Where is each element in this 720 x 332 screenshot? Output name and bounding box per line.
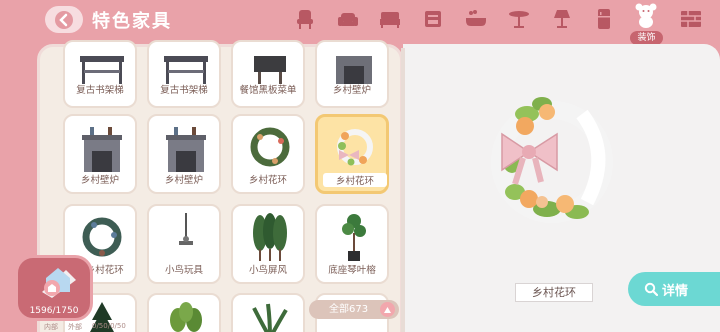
item-name: 小鸟玩具 [164,265,203,276]
grid-item[interactable]: 乡村壁炉 [315,40,389,108]
item-name: 乡村壁炉 [164,175,203,186]
item-name: 小鸟屏风 [248,265,287,276]
grid-item[interactable] [231,293,305,332]
decor-bear-icon [635,3,657,28]
grid-item[interactable]: 乡村壁炉 [147,114,221,194]
plant-icon [170,302,202,332]
wreath-icon [250,127,290,167]
table-icon[interactable] [504,4,534,34]
item-name: 乡村花环 [248,175,287,186]
grid-item[interactable]: 餐馆黑板菜单 [231,40,305,108]
expand-up-button[interactable] [380,302,395,317]
lamp-icon[interactable] [547,4,577,34]
grid-item-selected[interactable]: 乡村花环 [315,114,389,194]
item-name: 复古书架梯 [76,85,124,96]
page-title: 特色家具 [92,11,172,32]
grid-item[interactable] [147,293,221,332]
fridge-icon[interactable] [589,4,619,34]
item-name: 复古书架梯 [160,85,208,96]
grid-item[interactable]: 小鸟屏风 [231,204,305,284]
item-name: 餐馆黑板菜单 [239,85,297,96]
bird-screen-icon [253,213,287,261]
item-name: 乡村花环 [323,173,387,187]
detail-button[interactable]: 详情 [628,272,720,306]
bathtub-icon[interactable] [461,4,491,34]
storage-capacity[interactable]: 1596/1750 [15,255,93,321]
grid-item[interactable]: 复古书架梯 [147,40,221,108]
item-name: 乡村壁炉 [332,85,371,96]
footer-mid: 外部 [68,323,82,331]
item-name: 底座琴叶榕 [328,265,376,276]
grid-item[interactable]: 底座琴叶榕 [315,204,389,284]
wall-brick-icon[interactable] [676,4,706,34]
bed-icon[interactable] [375,4,405,34]
bird-toy-icon [179,213,193,245]
fireplace-icon [166,127,206,172]
back-button[interactable] [45,6,83,33]
grid-item[interactable]: 乡村花环 [231,114,305,194]
plant-icon [252,303,288,332]
storage-value: 1596/1750 [29,306,79,316]
wreath-preview-image [491,97,613,223]
fiddle-leaf-fig-icon [342,214,366,261]
decor-tab-label: 装饰 [630,31,663,45]
panel-divider [401,48,405,332]
fireplace-icon [82,127,122,172]
footer-left: 内部 [44,323,58,331]
search-icon [644,282,658,296]
preview-item-name: 乡村花环 [515,283,593,302]
detail-label: 详情 [662,283,689,299]
storage-house-icon [42,268,76,298]
cabinet-icon[interactable] [418,4,448,34]
chair-icon[interactable] [290,4,320,34]
triangle-up-icon [384,306,391,313]
sofa-icon[interactable] [333,4,363,34]
back-arrow-icon [55,10,73,29]
wreath-icon [337,129,373,166]
grid-item[interactable]: 小鸟玩具 [147,204,221,284]
item-name: 乡村壁炉 [80,175,119,186]
decor-tab[interactable]: 装饰 [628,2,664,45]
footer-right: 0/50/0/50 [92,322,126,330]
grid-item[interactable]: 乡村壁炉 [63,114,137,194]
grid-item[interactable]: 复古书架梯 [63,40,137,108]
